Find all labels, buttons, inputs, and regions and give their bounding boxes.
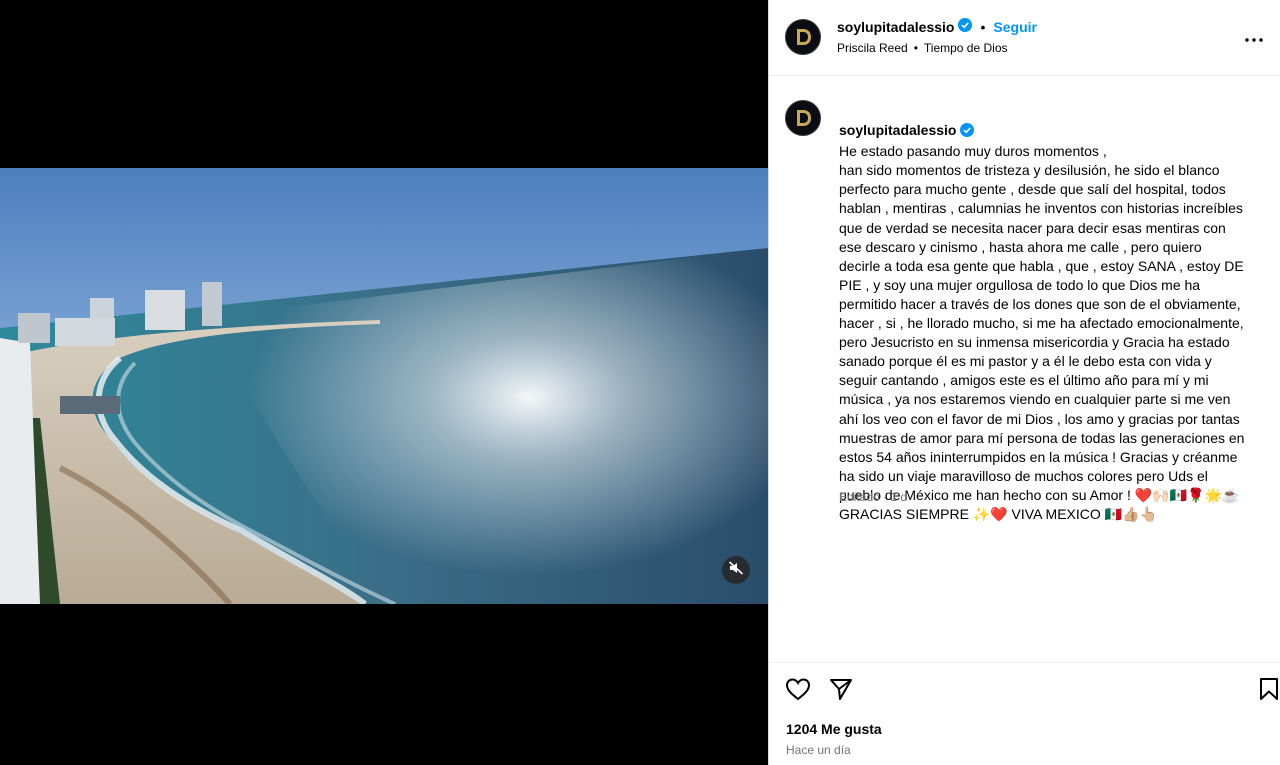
avatar[interactable] xyxy=(785,100,821,136)
avatar[interactable] xyxy=(785,19,821,55)
caption-line: hacer , si , he llorado mucho, si me ha … xyxy=(839,315,1244,332)
verified-badge-icon xyxy=(958,18,973,35)
caption-line: hablan , mentiras , calumnias he invento… xyxy=(839,200,1243,217)
caption-line: que de verdad se necesita nacer para dec… xyxy=(839,219,1226,236)
caption-line: han sido momentos de tristeza y desilusi… xyxy=(839,162,1220,179)
speaker-muted-icon xyxy=(728,560,744,581)
caption-line: perfecto para mucho gente , desde que sa… xyxy=(839,181,1226,198)
like-button[interactable] xyxy=(784,677,812,705)
audio-title[interactable]: Tiempo de Dios xyxy=(924,41,1008,55)
caption-text: soylupitadalessio He estado pasando muy … xyxy=(839,102,1279,524)
caption-line: sanado porque él es mi pastor y a él le … xyxy=(839,353,1212,370)
caption-line: decirle a toda esa gente que habla , que… xyxy=(839,257,1244,274)
edited-time[interactable]: 1 d xyxy=(890,490,907,504)
heart-icon xyxy=(785,677,811,706)
separator-dot: • xyxy=(913,41,918,55)
paper-plane-icon xyxy=(829,677,853,706)
caption-area: soylupitadalessio He estado pasando muy … xyxy=(769,76,1280,662)
header-username[interactable]: soylupitadalessio xyxy=(837,19,954,35)
beach-scene-image xyxy=(0,168,768,604)
caption-meta: Editado · 1 d xyxy=(839,490,907,504)
post-video[interactable] xyxy=(0,168,768,604)
post-header: soylupitadalessio • Seguir Priscila Reed… xyxy=(769,0,1280,76)
caption-line: permitido hacer a través de los dones qu… xyxy=(839,295,1241,312)
media-viewer xyxy=(0,0,768,765)
bookmark-icon xyxy=(1259,677,1279,706)
caption-line: GRACIAS SIEMPRE ✨❤️ VIVA MEXICO 🇲🇽👍🏼👆🏼 xyxy=(839,505,1157,522)
caption-line: PIE , y soy una mujer orgullosa de todo … xyxy=(839,276,1201,293)
mute-button[interactable] xyxy=(722,556,750,584)
caption-line: ese descaro y cinismo , hasta ahora me c… xyxy=(839,238,1202,255)
caption-line: muestras de amor para mí persona de toda… xyxy=(839,429,1245,446)
post-details-panel: soylupitadalessio • Seguir Priscila Reed… xyxy=(768,0,1280,765)
caption-line: estos 54 años ininterrumpidos en la músi… xyxy=(839,448,1238,465)
caption-line: He estado pasando muy duros momentos , xyxy=(839,143,1107,160)
caption-line: ahí los veo con el favor de mi Dios , lo… xyxy=(839,410,1240,427)
post-timestamp[interactable]: Hace un día xyxy=(786,743,851,757)
more-options-icon xyxy=(1245,29,1263,47)
edited-label: Editado xyxy=(839,490,880,504)
audio-artist[interactable]: Priscila Reed xyxy=(837,41,908,55)
more-options-button[interactable] xyxy=(1242,28,1266,48)
share-button[interactable] xyxy=(827,677,855,705)
separator-dot: • xyxy=(980,18,986,35)
logo-d-icon xyxy=(797,29,811,45)
caption-line: música , ya nos estaremos viendo en cual… xyxy=(839,391,1231,408)
caption-line: ha sido un viaje maravilloso de muchos c… xyxy=(839,467,1208,484)
follow-button[interactable]: Seguir xyxy=(993,19,1037,35)
likes-count[interactable]: 1204 Me gusta xyxy=(786,721,882,737)
verified-badge-icon xyxy=(960,123,975,142)
caption-body: He estado pasando muy duros momentos , h… xyxy=(839,143,1244,522)
post-actions: 1204 Me gusta Hace un día xyxy=(769,662,1280,765)
caption-line: pero Jesucristo en su inmensa misericord… xyxy=(839,334,1230,351)
save-button[interactable] xyxy=(1255,677,1280,705)
logo-d-icon xyxy=(797,110,811,126)
caption-username[interactable]: soylupitadalessio xyxy=(839,122,956,138)
caption-line: seguir cantando , amigos este es el últi… xyxy=(839,372,1209,389)
